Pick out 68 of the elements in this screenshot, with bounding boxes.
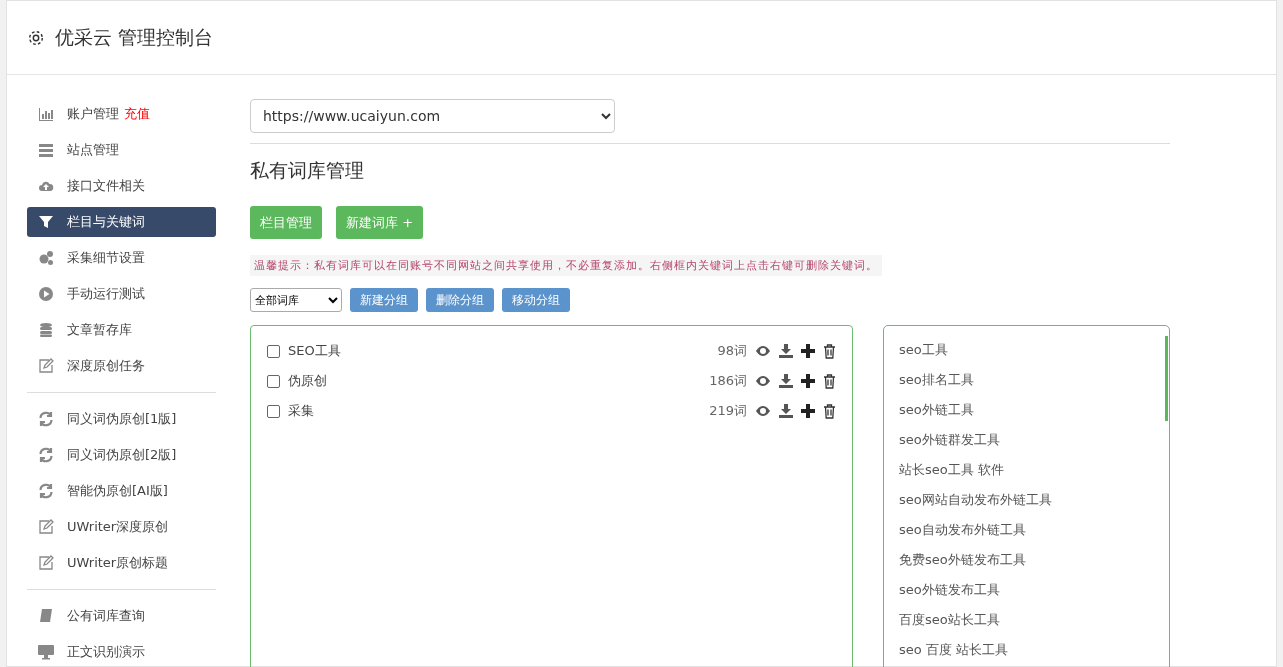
sidebar-item[interactable]: 同义词伪原创[1版] (27, 404, 216, 434)
library-name[interactable]: 伪原创 (288, 372, 702, 390)
word-count: 219词 (709, 402, 747, 420)
sidebar-item[interactable]: 接口文件相关 (27, 171, 216, 201)
play-icon (38, 286, 54, 302)
library-select[interactable]: 全部词库 (250, 288, 342, 312)
refresh-icon (38, 483, 54, 499)
sidebar-item[interactable]: 手动运行测试 (27, 279, 216, 309)
server-icon (38, 142, 54, 158)
keyword-item[interactable]: seo外链发布工具 (899, 575, 1000, 605)
keyword-item[interactable]: 百度seo站长工具 (899, 605, 1000, 635)
download-icon[interactable] (779, 404, 793, 418)
sidebar-item[interactable]: 公有词库查询 (27, 601, 216, 631)
edit-icon (38, 555, 54, 571)
checkbox[interactable] (267, 374, 280, 388)
keyword-item[interactable]: seo外链群发工具 (899, 425, 1000, 455)
download-icon[interactable] (779, 344, 793, 358)
sidebar-item[interactable]: 栏目与关键词 (27, 207, 216, 237)
scrollbar[interactable] (1165, 336, 1168, 421)
tip-text: 温馨提示：私有词库可以在同账号不同网站之间共享使用，不必重复添加。右侧框内关键词上点击右键可删除关键词。 (250, 255, 882, 276)
edit-icon (38, 358, 54, 374)
trash-icon[interactable] (823, 343, 836, 359)
console-title: 优采云 管理控制台 (55, 24, 214, 50)
refresh-icon (38, 447, 54, 463)
keyword-item[interactable]: seo 百度 站长工具 (899, 635, 1008, 665)
sidebar-item[interactable]: 站点管理 (27, 135, 216, 165)
keyword-item[interactable]: 站长seo工具 软件 (899, 455, 1004, 485)
keyword-item[interactable]: seo自动发布外链工具 (899, 515, 1026, 545)
sidebar-item[interactable]: 智能伪原创[AI版] (27, 476, 216, 506)
trash-icon[interactable] (823, 403, 836, 419)
trash-icon[interactable] (823, 373, 836, 389)
plus-icon[interactable] (801, 344, 815, 358)
settings-icon (27, 28, 45, 47)
book-icon (38, 608, 54, 624)
database-icon (38, 322, 54, 338)
plus-icon[interactable] (801, 374, 815, 388)
refresh-icon (38, 411, 54, 427)
keyword-item[interactable]: seo网站自动发布外链工具 (899, 485, 1052, 515)
sidebar-item[interactable]: 采集细节设置 (27, 243, 216, 273)
eye-icon[interactable] (755, 345, 771, 357)
word-count: 98词 (717, 342, 747, 360)
keyword-item[interactable]: seo外链工具 (899, 395, 974, 425)
eye-icon[interactable] (755, 405, 771, 417)
bar-chart-icon (38, 106, 54, 122)
recharge-link[interactable]: 充值 (124, 105, 150, 123)
sidebar-item[interactable]: 深度原创任务 (27, 351, 216, 381)
sidebar-item[interactable]: 文章暂存库 (27, 315, 216, 345)
filter-icon (38, 214, 54, 230)
checkbox[interactable] (267, 344, 280, 358)
library-name[interactable]: SEO工具 (288, 342, 710, 360)
sidebar-item[interactable]: 正文识别演示 (27, 637, 216, 667)
word-count: 186词 (709, 372, 747, 390)
keyword-item[interactable]: 免费seo外链发布工具 (899, 545, 1026, 575)
section-title: 私有词库管理 (250, 158, 365, 183)
download-icon[interactable] (779, 374, 793, 388)
site-select[interactable]: https://www.ucaiyun.com (250, 99, 615, 133)
monitor-icon (38, 644, 54, 660)
library-name[interactable]: 采集 (288, 402, 702, 420)
checkbox[interactable] (267, 404, 280, 418)
sidebar-item[interactable]: UWriter原创标题 (27, 548, 216, 578)
plus-icon[interactable] (801, 404, 815, 418)
sidebar-item[interactable]: 账户管理 充值 (27, 99, 216, 129)
sidebar-item[interactable]: 同义词伪原创[2版] (27, 440, 216, 470)
keyword-item[interactable]: seo排名工具 (899, 365, 974, 395)
eye-icon[interactable] (755, 375, 771, 387)
keyword-item[interactable]: seo工具 (899, 335, 948, 365)
edit-icon (38, 519, 54, 535)
sidebar-item[interactable]: UWriter深度原创 (27, 512, 216, 542)
